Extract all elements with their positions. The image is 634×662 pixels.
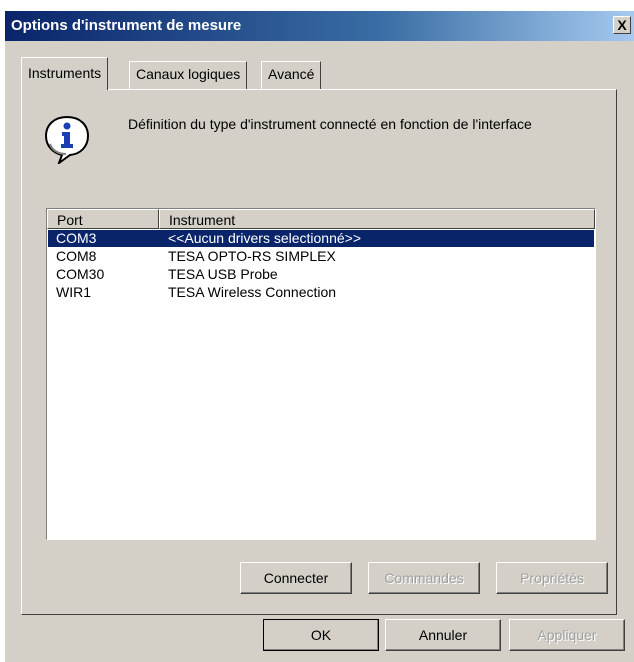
dialog-window: Options d'instrument de mesure X Instrum… <box>4 10 634 662</box>
commands-button[interactable]: Commandes <box>368 562 480 594</box>
window-title: Options d'instrument de mesure <box>11 17 242 34</box>
tab-panel-instruments: Définition du type d'instrument connecté… <box>21 89 617 615</box>
cell-port: COM8 <box>56 248 97 264</box>
info-icon <box>44 115 90 164</box>
listview-header: Port Instrument <box>47 209 595 229</box>
connect-button[interactable]: Connecter <box>240 562 352 594</box>
list-row[interactable]: COM3 <<Aucun drivers selectionné>> <box>48 230 594 247</box>
tab-instruments[interactable]: Instruments <box>21 57 109 90</box>
title-bar[interactable]: Options d'instrument de mesure X <box>5 11 634 41</box>
cell-instrument: TESA USB Probe <box>168 266 278 282</box>
list-row[interactable]: WIR1 TESA Wireless Connection <box>48 284 594 301</box>
list-row[interactable]: COM8 TESA OPTO-RS SIMPLEX <box>48 248 594 265</box>
column-header-instrument[interactable]: Instrument <box>159 209 595 229</box>
cell-instrument: TESA OPTO-RS SIMPLEX <box>168 248 336 264</box>
instrument-listview[interactable]: Port Instrument COM3 <<Aucun drivers sel… <box>46 208 596 540</box>
cell-port: COM3 <box>56 230 97 246</box>
tab-canaux-logiques[interactable]: Canaux logiques <box>129 61 248 89</box>
cell-instrument: <<Aucun drivers selectionné>> <box>168 230 362 246</box>
column-header-port[interactable]: Port <box>47 209 159 229</box>
cancel-button[interactable]: Annuler <box>385 619 501 651</box>
tab-instruments-label: Instruments <box>28 65 102 81</box>
cell-instrument: TESA Wireless Connection <box>168 284 337 300</box>
tab-avance[interactable]: Avancé <box>261 61 322 89</box>
apply-button[interactable]: Appliquer <box>509 619 625 651</box>
tab-avance-label: Avancé <box>268 66 315 82</box>
list-row[interactable]: COM30 TESA USB Probe <box>48 266 594 283</box>
close-button[interactable]: X <box>613 16 631 34</box>
tab-canaux-logiques-label: Canaux logiques <box>136 66 241 82</box>
ok-button[interactable]: OK <box>263 619 379 651</box>
properties-button[interactable]: Propriétés <box>496 562 608 594</box>
cell-port: WIR1 <box>56 284 91 300</box>
cell-port: COM30 <box>56 266 105 282</box>
close-icon: X <box>617 17 627 33</box>
panel-description: Définition du type d'instrument connecté… <box>128 116 532 132</box>
